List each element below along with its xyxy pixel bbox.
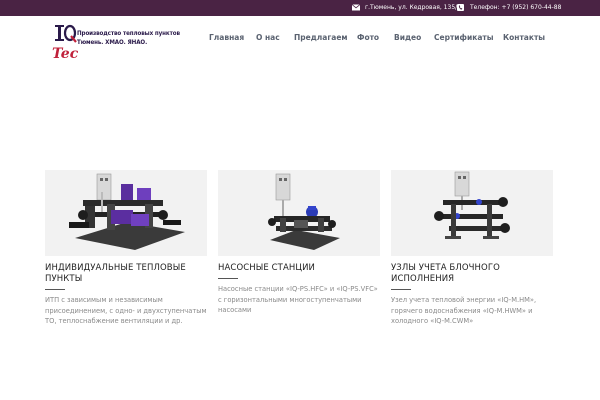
address-contact: г.Тюмень, ул. Кедровая, 135/2 (352, 4, 461, 11)
nav-item-contacts[interactable]: Контакты (503, 33, 545, 42)
address-text: г.Тюмень, ул. Кедровая, 135/2 (365, 4, 461, 11)
title-divider (218, 278, 238, 279)
envelope-icon (352, 4, 360, 11)
nav-item-certificates[interactable]: Сертификаты (434, 33, 494, 42)
nav-item-about[interactable]: О нас (256, 33, 280, 42)
phone-icon (457, 4, 464, 11)
phone-text[interactable]: Телефон: +7 (952) 670-44-88 (470, 4, 561, 11)
title-divider (391, 289, 411, 290)
nav-item-offers[interactable]: Предлагаем (294, 33, 348, 42)
product-card-metering-unit[interactable]: УЗЛЫ УЧЕТА БЛОЧНОГО ИСПОЛНЕНИЯ Узел учет… (391, 170, 553, 327)
card-description: Узел учета тепловой энергии «IQ-M.HM», г… (391, 296, 537, 325)
nav-item-video[interactable]: Видео (394, 33, 421, 42)
top-bar: г.Тюмень, ул. Кедровая, 135/2 Телефон: +… (0, 0, 600, 16)
logo-mark: Tech (52, 24, 78, 61)
card-description: Насосные станции «IQ-PS.HFC» и «IQ-PS.VF… (218, 285, 378, 314)
heat-unit-image[interactable] (45, 170, 207, 256)
logo-tagline: Производство тепловых пунктов (77, 30, 180, 37)
metering-unit-image[interactable] (391, 170, 553, 256)
product-card-pump-station[interactable]: НАСОСНЫЕ СТАНЦИИ Насосные станции «IQ-PS… (218, 170, 380, 316)
pump-station-image[interactable] (218, 170, 380, 256)
product-card-heat-unit[interactable]: ИНДИВИДУАЛЬНЫЕ ТЕПЛОВЫЕ ПУНКТЫ ИТП с зав… (45, 170, 207, 327)
nav-item-photo[interactable]: Фото (357, 33, 379, 42)
card-description: ИТП с зависимым и независимым присоедине… (45, 296, 207, 325)
svg-text:Tech: Tech (52, 46, 78, 61)
logo[interactable]: Tech Производство тепловых пунктов Тюмен… (52, 23, 182, 61)
site-header: Tech Производство тепловых пунктов Тюмен… (0, 16, 600, 61)
card-title[interactable]: НАСОСНЫЕ СТАНЦИИ (218, 263, 380, 274)
nav-item-home[interactable]: Главная (209, 33, 244, 42)
card-title[interactable]: ИНДИВИДУАЛЬНЫЕ ТЕПЛОВЫЕ ПУНКТЫ (45, 263, 207, 285)
card-title[interactable]: УЗЛЫ УЧЕТА БЛОЧНОГО ИСПОЛНЕНИЯ (391, 263, 553, 285)
title-divider (45, 289, 65, 290)
phone-contact[interactable]: Телефон: +7 (952) 670-44-88 (457, 4, 561, 11)
logo-region: Тюмень. ХМАО. ЯНАО. (77, 39, 148, 46)
